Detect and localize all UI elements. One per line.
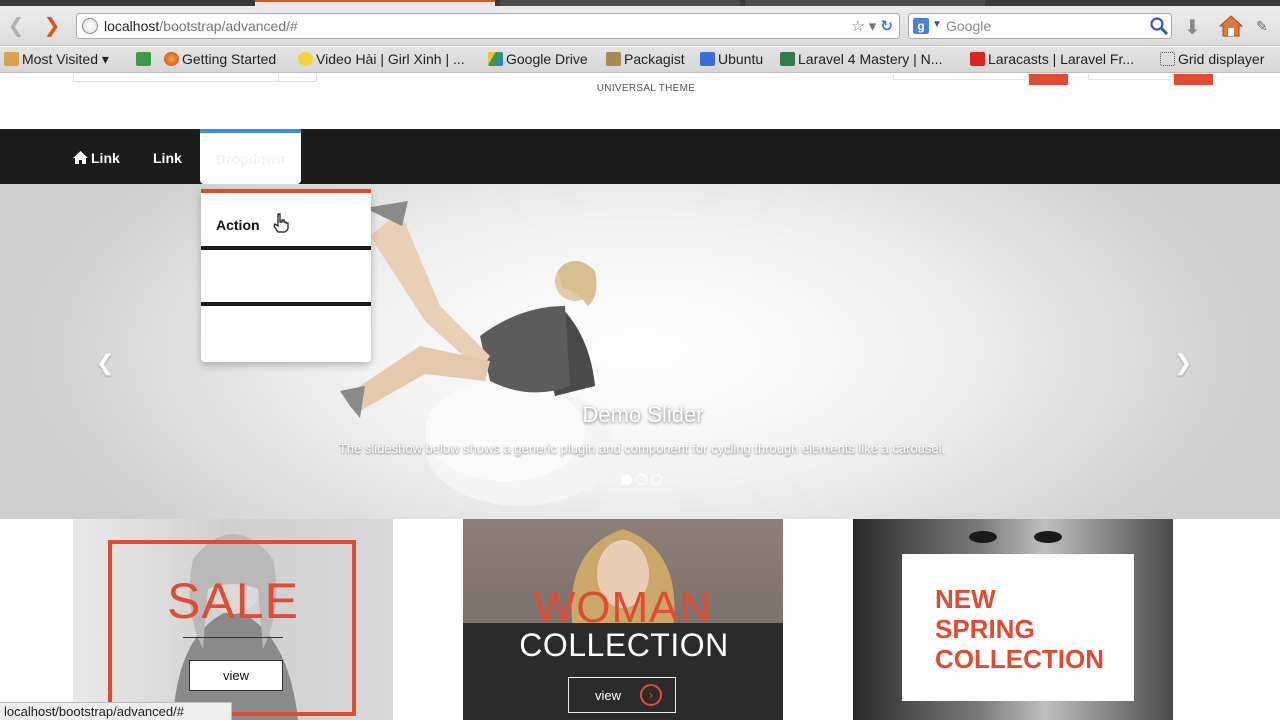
- folder-icon: [606, 52, 621, 66]
- search-input[interactable]: Google: [946, 18, 991, 34]
- bookmark-label: Packagist: [624, 51, 685, 67]
- woman-view-button[interactable]: view ›: [568, 677, 676, 713]
- bookmark-most-visited[interactable]: Most Visited ▾: [4, 51, 109, 68]
- nav-dropdown-toggle[interactable]: Dropdown: [200, 129, 301, 184]
- bookmark-star-icon[interactable]: ☆: [851, 18, 864, 35]
- main-navbar: Link Link Dropdown: [0, 129, 1280, 184]
- search-engine-icon[interactable]: g: [913, 18, 929, 34]
- header-button-2[interactable]: [1174, 74, 1213, 85]
- bookmark-video[interactable]: Video Hài | Girl Xinh | ...: [298, 51, 465, 67]
- spring-card: NEW SPRING COLLECTION: [902, 554, 1134, 701]
- bookmark-label: Laracasts | Laravel Fr...: [988, 51, 1135, 67]
- spring-title: NEW SPRING COLLECTION: [935, 584, 1104, 674]
- sale-title: SALE: [167, 573, 299, 629]
- url-host: localhost: [104, 18, 160, 34]
- bookmark-label: Video Hài | Girl Xinh | ...: [316, 51, 465, 67]
- header-search-input[interactable]: [73, 74, 317, 82]
- bookmark-label: Laravel 4 Mastery | N...: [798, 51, 943, 67]
- carousel-indicator-2[interactable]: [636, 474, 647, 485]
- bookmark-laravel-mastery[interactable]: Laravel 4 Mastery | N...: [780, 51, 942, 67]
- nav-home-label: Link: [91, 150, 120, 166]
- search-icon[interactable]: [1149, 16, 1169, 36]
- globe-icon: [82, 18, 98, 34]
- history-dropdown-icon[interactable]: ▾: [869, 18, 877, 35]
- bookmark-google-drive[interactable]: Google Drive: [488, 51, 588, 67]
- forward-button[interactable]: ❯: [40, 14, 64, 38]
- header-input-2[interactable]: [1088, 74, 1174, 80]
- folder-icon: [4, 52, 19, 66]
- spring-line-1: NEW: [935, 584, 996, 614]
- home-icon[interactable]: [1218, 14, 1244, 38]
- url-path: /bootstrap/advanced/#: [159, 18, 298, 34]
- bookmark-getting-started[interactable]: [136, 51, 154, 67]
- status-bar: localhost/bootstrap/advanced/#: [0, 702, 232, 720]
- reload-icon[interactable]: ↻: [880, 18, 893, 35]
- back-button[interactable]: ❮: [4, 14, 28, 38]
- dropdown-divider: [201, 246, 371, 250]
- hand-cursor-icon: [273, 213, 289, 233]
- dropdown-item-action[interactable]: Action: [216, 217, 260, 233]
- carousel-indicator-1[interactable]: [621, 474, 632, 485]
- bookmark-label: Getting Started: [182, 51, 277, 67]
- view-label: view: [595, 688, 622, 703]
- url-actions: ☆ ▾ ↻: [851, 17, 893, 35]
- header-button-1[interactable]: [1029, 74, 1068, 85]
- carousel-next-icon[interactable]: ❯: [1174, 350, 1192, 376]
- chevron-down-icon[interactable]: ▼: [932, 19, 942, 30]
- spring-model-image: [969, 531, 1062, 543]
- plus-icon: [780, 52, 795, 66]
- carousel: ❮ ❯ Demo Slider The slideshow below show…: [0, 184, 1280, 519]
- bookmark-grid-displayer[interactable]: Grid displayer: [1160, 51, 1264, 67]
- banner-sale[interactable]: SALE view: [73, 519, 393, 720]
- banner-woman-collection[interactable]: WOMAN COLLECTION view ›: [463, 519, 783, 720]
- browser-toolbar: ❮ ❯ localhost/bootstrap/advanced/# ☆ ▾ ↻…: [0, 6, 1280, 46]
- divider: [183, 637, 283, 638]
- brand-logo[interactable]: UNIVERSAL THEME: [0, 83, 1280, 94]
- spring-line-2: SPRING: [935, 614, 1035, 644]
- slide-title: Demo Slider: [582, 402, 704, 427]
- woman-subtitle: COLLECTION: [519, 627, 729, 663]
- header-input-1[interactable]: [893, 74, 1029, 80]
- sale-view-button[interactable]: view: [189, 660, 283, 691]
- search-bar[interactable]: g ▼ Google: [908, 13, 1172, 39]
- carousel-indicator-3[interactable]: [651, 474, 662, 485]
- bookmark-label: Most Visited ▾: [22, 51, 109, 67]
- url-text[interactable]: localhost/bootstrap/advanced/#: [104, 18, 298, 34]
- carousel-indicators: [621, 472, 666, 490]
- bookmark-label: Ubuntu: [718, 51, 764, 67]
- bookmarks-toolbar: Most Visited ▾ Getting Started Video Hài…: [0, 47, 1280, 73]
- nav-link[interactable]: Link: [153, 129, 182, 184]
- drive-icon: [488, 52, 503, 66]
- laracasts-icon: [970, 52, 985, 66]
- bookmark-getting-started-link[interactable]: Getting Started: [164, 51, 276, 67]
- url-bar[interactable]: localhost/bootstrap/advanced/# ☆ ▾ ↻: [76, 13, 900, 39]
- slide-image: [340, 201, 615, 506]
- chevron-right-icon: ›: [640, 684, 662, 706]
- bookmark-ubuntu[interactable]: Ubuntu: [700, 51, 763, 67]
- doc-icon: [700, 52, 715, 66]
- spreadsheet-icon: [136, 52, 151, 66]
- carousel-prev-icon[interactable]: ❮: [96, 350, 114, 376]
- bookmark-laracasts[interactable]: Laracasts | Laravel Fr...: [970, 51, 1134, 67]
- bookmark-label: Grid displayer: [1178, 51, 1265, 67]
- firefox-icon: [164, 52, 179, 66]
- bookmark-label: Google Drive: [506, 51, 588, 67]
- slide-caption: The slideshow below shows a generic plug…: [338, 441, 946, 456]
- dotted-box-icon: [1160, 52, 1175, 66]
- spring-line-3: COLLECTION: [935, 644, 1104, 674]
- banner-spring-collection[interactable]: NEW SPRING COLLECTION: [853, 519, 1173, 720]
- smiley-icon: [298, 52, 313, 66]
- nav-home-link[interactable]: Link: [73, 129, 120, 184]
- dropdown-divider: [201, 302, 371, 306]
- extension-icon[interactable]: ✎: [1256, 18, 1268, 35]
- download-icon[interactable]: ⬇: [1184, 15, 1201, 40]
- home-icon: [73, 151, 88, 164]
- bookmark-packagist[interactable]: Packagist: [606, 51, 685, 67]
